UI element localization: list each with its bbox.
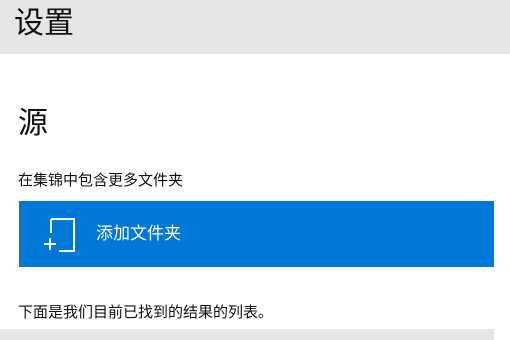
add-folder-button[interactable]: 添加文件夹 — [19, 201, 494, 267]
section-description: 在集锦中包含更多文件夹 — [18, 171, 184, 189]
settings-header: 设置 — [0, 0, 510, 54]
page-title: 设置 — [14, 6, 74, 41]
add-folder-icon — [41, 215, 81, 255]
add-folder-label: 添加文件夹 — [96, 224, 181, 244]
results-description: 下面是我们目前已找到的结果的列表。 — [18, 303, 274, 321]
results-list[interactable] — [0, 329, 494, 340]
section-title-source: 源 — [18, 106, 48, 141]
